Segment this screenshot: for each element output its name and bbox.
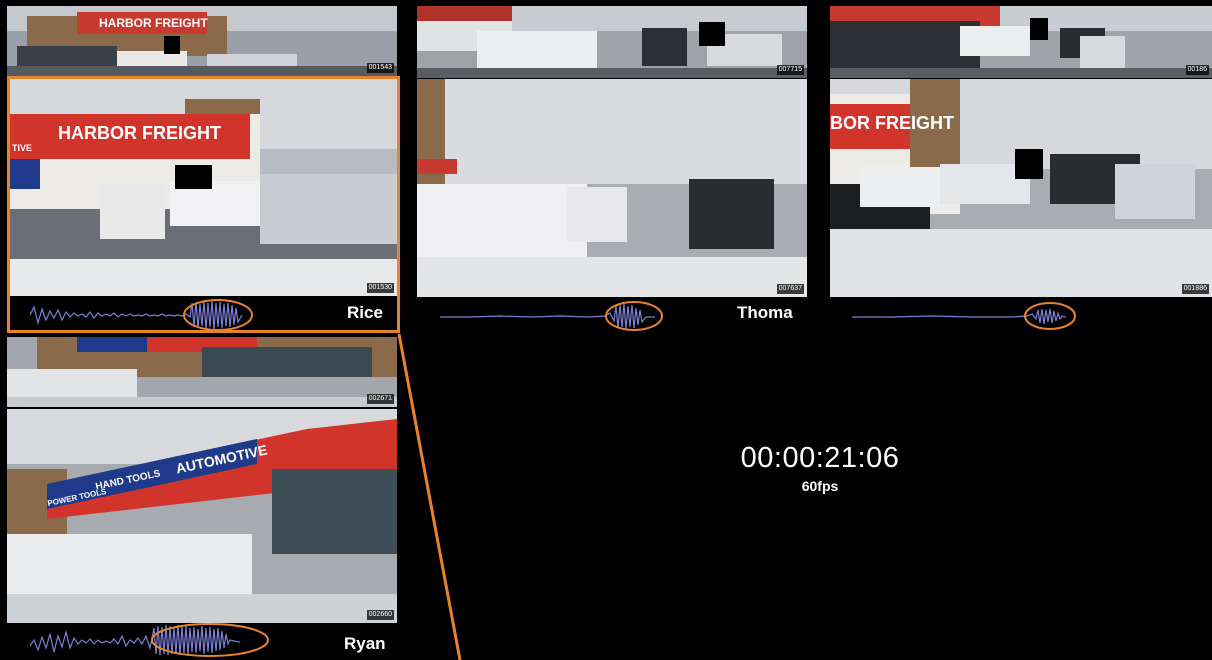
rice-top-camera-view: HARBOR FREIGHT 001543	[7, 6, 397, 76]
rice-top-store-sign: HARBOR FREIGHT	[99, 16, 208, 30]
face-redaction	[175, 165, 212, 189]
thoma-main-scene	[417, 79, 807, 297]
ryan-main-camera-view: POWER TOOLS HAND TOOLS AUTOMOTIVE 002660	[7, 409, 397, 623]
face-redaction	[699, 22, 725, 46]
ryan-main-scene	[7, 409, 397, 623]
frame-counter: 001886	[1181, 284, 1209, 294]
frame-counter: 001543	[366, 63, 394, 73]
thoma-top-scene	[417, 6, 807, 78]
rice-main-store-sign: HARBOR FREIGHT	[58, 123, 221, 143]
frame-counter: 007715	[776, 65, 804, 75]
timecode-display: 00:00:21:06	[740, 442, 900, 474]
rice-main-camera-view: HARBOR FREIGHT TIVE 001530	[10, 79, 397, 296]
camera-label-ryan: Ryan	[344, 634, 386, 653]
frame-counter: 002660	[366, 610, 394, 620]
third-top-camera-view: 00186	[830, 6, 1212, 78]
fps-display: 60fps	[801, 478, 839, 494]
rice-side-sign: TIVE	[12, 143, 33, 153]
rice-audio-waveform	[30, 299, 253, 331]
camera-label-rice: Rice	[347, 303, 383, 322]
frame-counter: 001530	[366, 283, 394, 293]
face-redaction	[164, 36, 180, 54]
thoma-audio-waveform	[440, 301, 663, 331]
highlight-connector-line	[397, 333, 462, 660]
frame-counter: 007637	[776, 284, 804, 294]
ryan-top-camera-view: 002671	[7, 337, 397, 407]
ryan-audio-waveform	[30, 623, 269, 657]
frame-counter: 002671	[366, 394, 394, 404]
third-audio-waveform	[852, 302, 1076, 330]
face-redaction	[1030, 18, 1048, 40]
thoma-top-camera-view: 007715	[417, 6, 807, 78]
third-main-scene	[830, 79, 1212, 297]
thoma-main-camera-view: 007637	[417, 79, 807, 297]
third-main-store-sign: BOR FREIGHT	[830, 113, 954, 133]
face-redaction	[1015, 149, 1043, 179]
third-main-camera-view: BOR FREIGHT 001886	[830, 79, 1212, 297]
ryan-top-scene	[7, 337, 397, 407]
camera-label-thoma: Thoma	[737, 303, 793, 322]
frame-counter: 00186	[1185, 65, 1209, 75]
third-top-scene	[830, 6, 1212, 78]
